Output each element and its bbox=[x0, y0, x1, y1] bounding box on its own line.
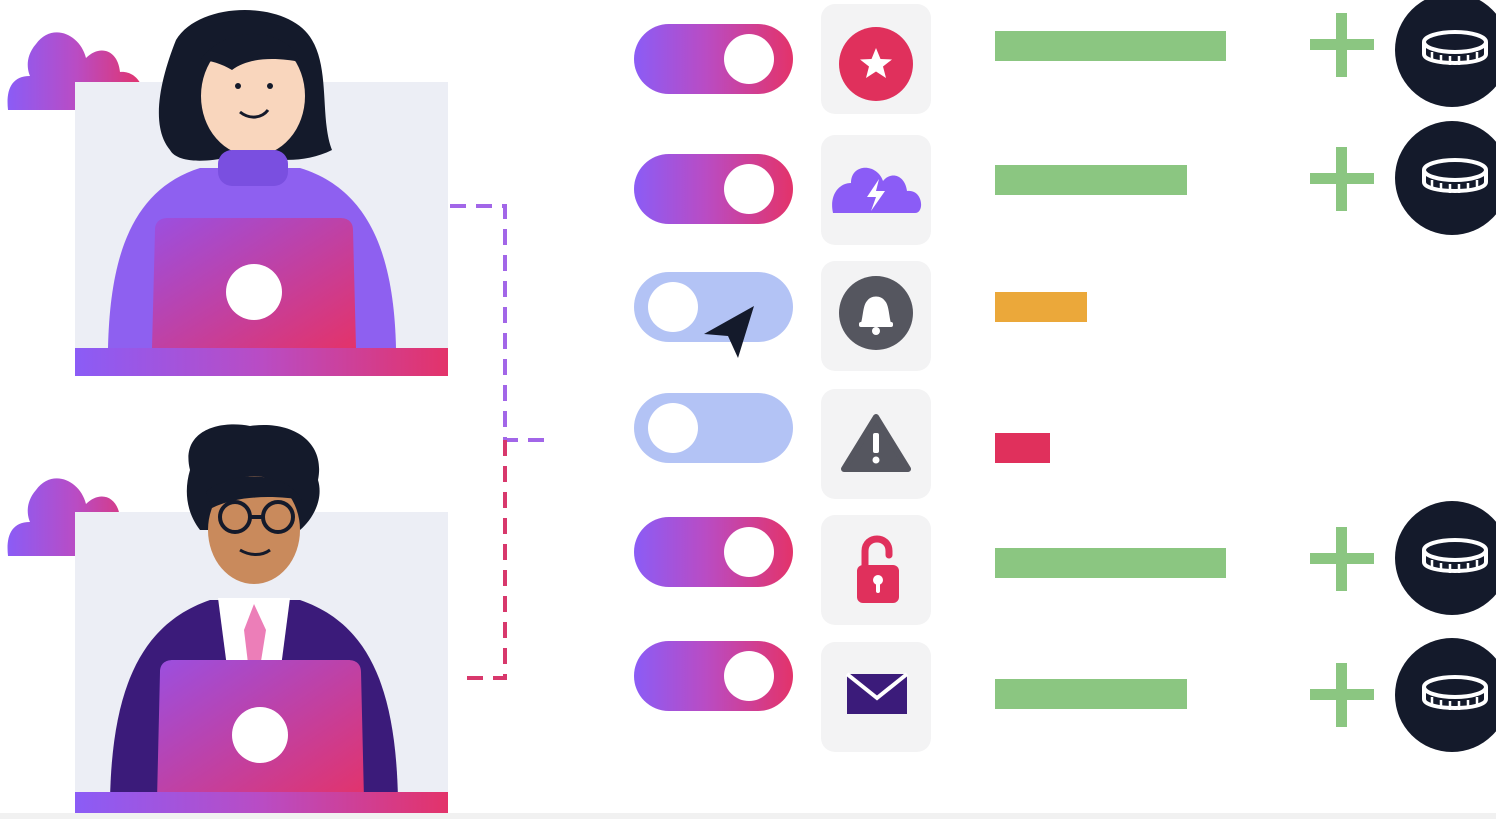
coin-icon bbox=[1395, 638, 1496, 752]
plus-icon bbox=[1310, 147, 1374, 211]
plus-icon bbox=[1310, 13, 1374, 77]
plus-icon bbox=[1310, 527, 1374, 591]
mouse-pointer-icon bbox=[704, 306, 754, 358]
coin-icon bbox=[1395, 121, 1496, 235]
coin-icon bbox=[1395, 0, 1496, 107]
bottom-border bbox=[0, 813, 1496, 819]
plus-icon bbox=[1310, 663, 1374, 727]
coin-icon bbox=[1395, 501, 1496, 615]
rewards bbox=[1310, 0, 1496, 752]
